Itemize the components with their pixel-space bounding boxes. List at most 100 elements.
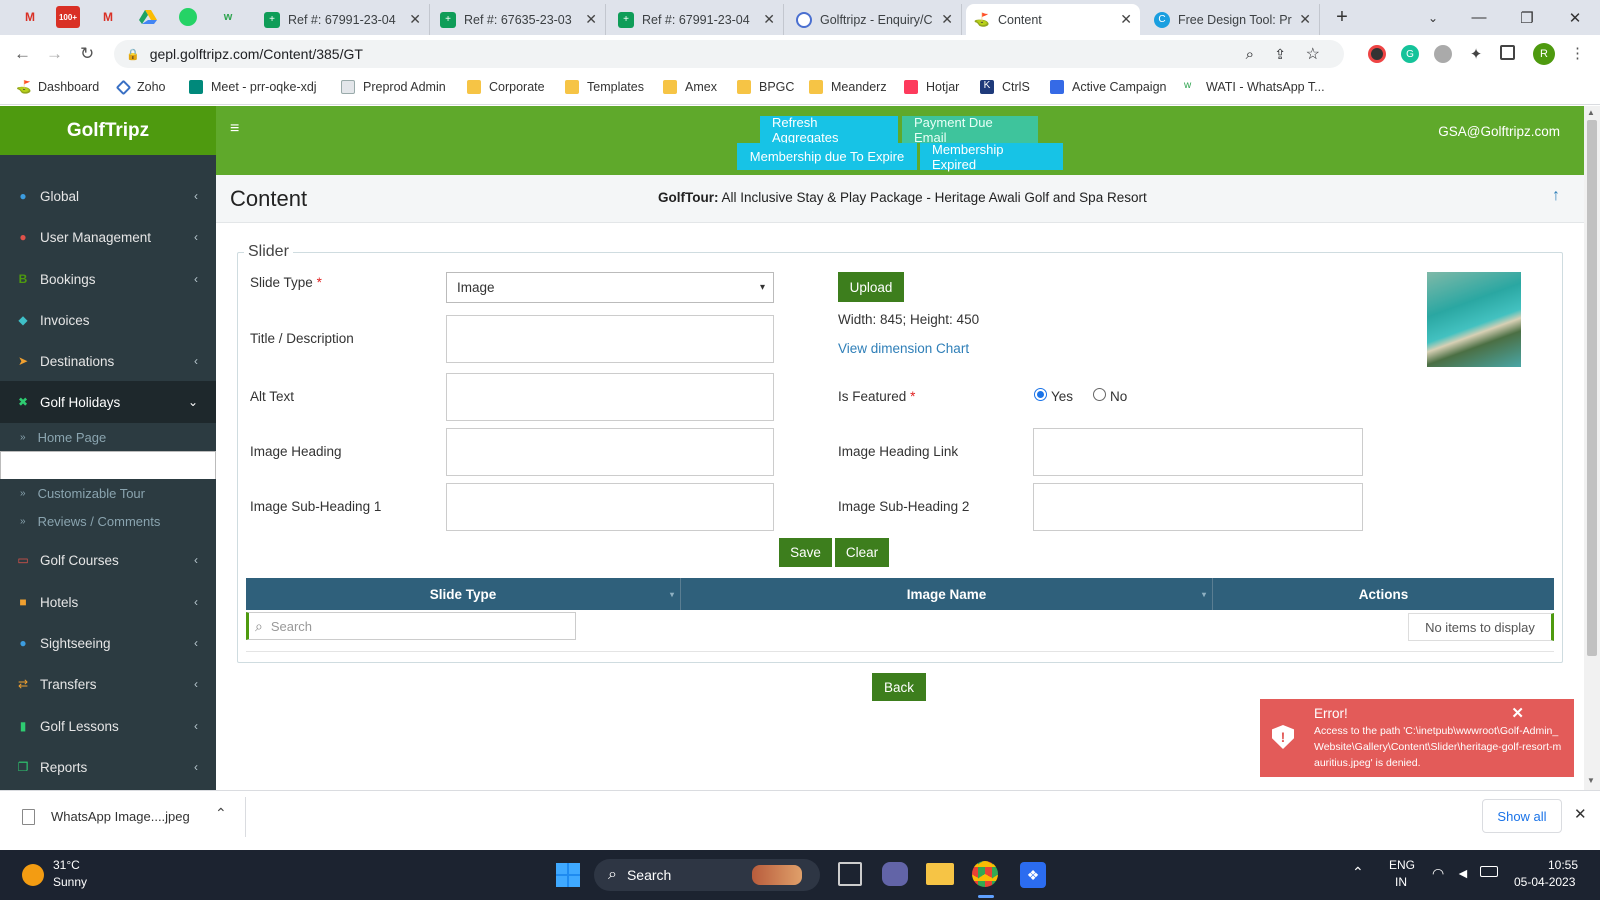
- bookmark-ctrls[interactable]: K CtrlS: [980, 80, 1030, 94]
- bookmark-zoho[interactable]: Zoho: [115, 79, 166, 95]
- scroll-up-icon[interactable]: ▲: [1587, 108, 1595, 117]
- bookmark-bpgc[interactable]: BPGC: [737, 80, 794, 94]
- image-heading-field[interactable]: [446, 428, 774, 476]
- bookmark-hotjar[interactable]: Hotjar: [904, 80, 959, 94]
- url-bar[interactable]: 🔒 gepl.golftripz.com/Content/385/GT ⌕ ⇪ …: [114, 40, 1344, 68]
- reload-icon[interactable]: ↻: [80, 44, 94, 64]
- featured-yes-radio[interactable]: [1034, 388, 1047, 401]
- close-icon[interactable]: ✕: [1120, 11, 1132, 28]
- drive-icon[interactable]: [136, 6, 160, 28]
- grammarly-icon[interactable]: G: [1401, 45, 1419, 63]
- sidebar-item-golf-courses[interactable]: ▭ Golf Courses ‹: [0, 539, 216, 581]
- sidebar-item-bookings[interactable]: B Bookings ‹: [0, 258, 216, 300]
- refresh-aggregates-button[interactable]: Refresh Aggregates: [760, 115, 898, 145]
- sidebar-item-golf-holidays[interactable]: ✖ Golf Holidays ⌄: [0, 381, 216, 423]
- sidebar-item-user-management[interactable]: ● User Management ‹: [0, 216, 216, 258]
- chevron-up-icon[interactable]: ⌃: [215, 805, 227, 822]
- bookmark-meet[interactable]: Meet - prr-oqke-xdj: [189, 80, 317, 94]
- tab-content[interactable]: ⛳ Content ✕: [966, 4, 1140, 35]
- payment-due-email-button[interactable]: Payment Due Email: [902, 115, 1038, 145]
- back-button[interactable]: Back: [872, 673, 926, 701]
- teams-icon[interactable]: [882, 862, 908, 886]
- tab-ref-3[interactable]: + Ref #: 67991-23-04 ✕: [610, 4, 784, 35]
- bookmark-star-icon[interactable]: ☆: [1306, 44, 1320, 64]
- save-button[interactable]: Save: [779, 538, 832, 567]
- toast-close-icon[interactable]: ✕: [1511, 704, 1524, 722]
- sidebar-subitem-reviews[interactable]: » Reviews / Comments: [0, 507, 216, 535]
- clock-time[interactable]: 10:55: [1548, 858, 1578, 872]
- forward-icon[interactable]: →: [46, 44, 63, 64]
- sidebar-item-transfers[interactable]: ⇄ Transfers ‹: [0, 663, 216, 705]
- show-all-button[interactable]: Show all: [1482, 799, 1562, 833]
- sun-icon[interactable]: [22, 864, 44, 886]
- sidepanel-icon[interactable]: [1500, 45, 1515, 60]
- bookmark-dashboard[interactable]: ⛳ Dashboard: [16, 80, 99, 94]
- hamburger-icon[interactable]: ≡: [230, 120, 239, 138]
- image-subheading-2-field[interactable]: [1033, 483, 1363, 531]
- sidebar-subitem-standard-fixed-tour[interactable]: » Standard/Fixed Tour: [0, 451, 216, 482]
- bookmark-corporate[interactable]: Corporate: [467, 80, 545, 94]
- bookmark-templates[interactable]: Templates: [565, 80, 644, 94]
- membership-expired-button[interactable]: Membership Expired: [920, 142, 1063, 172]
- sort-icon[interactable]: ▾: [1202, 590, 1206, 599]
- tab-ref-1[interactable]: + Ref #: 67991-23-04 ✕: [256, 4, 430, 35]
- menu-kebab-icon[interactable]: ⋮: [1570, 44, 1585, 62]
- chrome-icon[interactable]: [972, 861, 998, 887]
- lock-icon[interactable]: 🔒: [126, 48, 140, 61]
- bookmark-meanderz[interactable]: Meanderz: [809, 80, 887, 94]
- app-100-icon[interactable]: 100+: [56, 6, 80, 28]
- image-subheading-1-field[interactable]: [446, 483, 774, 531]
- upload-button[interactable]: Upload: [838, 272, 904, 302]
- clear-button[interactable]: Clear: [835, 538, 889, 567]
- title-description-field[interactable]: [446, 315, 774, 363]
- dropbox-icon[interactable]: ❖: [1020, 862, 1046, 888]
- bookmark-preprod[interactable]: Preprod Admin: [341, 80, 446, 94]
- tab-ref-2[interactable]: + Ref #: 67635-23-03 ✕: [432, 4, 606, 35]
- page-scrollbar[interactable]: ▲ ▼: [1584, 106, 1600, 790]
- tab-search-icon[interactable]: ⌄: [1410, 0, 1456, 35]
- weather-temp[interactable]: 31°C: [53, 858, 80, 872]
- gmail-icon[interactable]: M: [96, 6, 120, 28]
- user-email[interactable]: GSA@Golftripz.com: [1438, 124, 1560, 139]
- brand-logo[interactable]: GolfTripz: [0, 106, 216, 155]
- membership-due-button[interactable]: Membership due To Expire: [737, 143, 917, 170]
- close-window-icon[interactable]: ✕: [1552, 0, 1598, 35]
- column-header-image-name[interactable]: Image Name ▾: [681, 578, 1213, 610]
- extension-icon[interactable]: [1368, 45, 1386, 63]
- slide-image-thumbnail[interactable]: [1427, 272, 1521, 367]
- taskbar-search[interactable]: ⌕ Search: [594, 859, 820, 891]
- sidebar-item-sightseeing[interactable]: ● Sightseeing ‹: [0, 622, 216, 664]
- close-icon[interactable]: ✕: [1299, 11, 1311, 28]
- back-icon[interactable]: ←: [14, 44, 31, 64]
- share-icon[interactable]: ⇪: [1274, 46, 1286, 63]
- alt-text-field[interactable]: [446, 373, 774, 421]
- sidebar-item-golf-lessons[interactable]: ▮ Golf Lessons ‹: [0, 705, 216, 747]
- close-icon[interactable]: ✕: [941, 11, 953, 28]
- profile-avatar[interactable]: R: [1533, 43, 1555, 65]
- language-primary[interactable]: ENG: [1389, 858, 1415, 872]
- featured-no-radio[interactable]: [1093, 388, 1106, 401]
- close-icon[interactable]: ✕: [585, 11, 597, 28]
- windows-start-icon[interactable]: [556, 863, 580, 887]
- bookmark-amex[interactable]: Amex: [663, 80, 717, 94]
- task-view-icon[interactable]: [838, 862, 862, 886]
- scroll-thumb[interactable]: [1587, 120, 1597, 656]
- tab-canva[interactable]: C Free Design Tool: Pr ✕: [1146, 4, 1320, 35]
- arrow-up-icon[interactable]: ↑: [1552, 187, 1560, 205]
- wati-icon[interactable]: w: [216, 6, 240, 28]
- gmail-icon[interactable]: M: [18, 6, 42, 28]
- sidebar-item-hotels[interactable]: ■ Hotels ‹: [0, 581, 216, 623]
- bookmark-active-campaign[interactable]: Active Campaign: [1050, 80, 1167, 94]
- minimize-icon[interactable]: —: [1456, 0, 1502, 35]
- sidebar-item-destinations[interactable]: ➤ Destinations ‹: [0, 340, 216, 382]
- view-dimension-chart-link[interactable]: View dimension Chart: [838, 341, 969, 356]
- maximize-icon[interactable]: ❐: [1504, 0, 1550, 35]
- download-file-name[interactable]: WhatsApp Image....jpeg: [51, 809, 190, 824]
- column-header-slide-type[interactable]: Slide Type ▾: [246, 578, 681, 610]
- sidebar-subitem-home-page[interactable]: » Home Page: [0, 423, 216, 451]
- sidebar-subitem-customizable-tour[interactable]: » Customizable Tour: [0, 479, 216, 507]
- new-tab-icon[interactable]: +: [1330, 6, 1354, 28]
- extensions-puzzle-icon[interactable]: ✦: [1467, 45, 1485, 63]
- tab-enquiry[interactable]: Golftripz - Enquiry/C ✕: [788, 4, 962, 35]
- extension-icon[interactable]: [1434, 45, 1452, 63]
